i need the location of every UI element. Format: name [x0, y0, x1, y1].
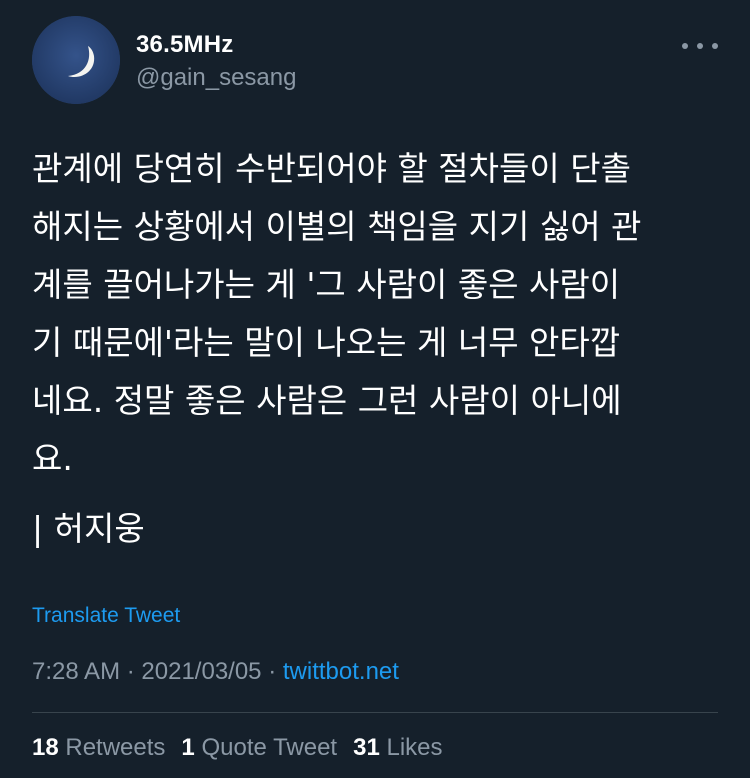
tweet-date[interactable]: 2021/03/05	[141, 658, 261, 685]
tweet-text: 관계에 당연히 수반되어야 할 절차들이 단촐 해지는 상황에서 이별의 책임을…	[32, 149, 642, 478]
quotes-count: 1	[181, 734, 195, 761]
quotes-label: Quote Tweet	[201, 734, 338, 761]
divider	[32, 712, 718, 713]
translate-tweet-link[interactable]: Translate Tweet	[32, 604, 180, 628]
dot	[697, 43, 703, 49]
tweet-source-link[interactable]: twittbot.net	[283, 658, 399, 685]
likes-count: 31	[353, 734, 380, 761]
avatar[interactable]	[32, 16, 120, 104]
more-options-icon[interactable]	[682, 38, 718, 54]
retweets-stat[interactable]: 18 Retweets	[32, 734, 165, 762]
likes-stat[interactable]: 31 Likes	[353, 734, 442, 762]
dot	[712, 43, 718, 49]
tweet-attribution: | 허지웅	[32, 509, 145, 548]
tweet-time[interactable]: 7:28 AM	[32, 658, 120, 685]
tweet-card: 36.5MHz @gain_sesang 관계에 당연히 수반되어야 할 절차들…	[0, 0, 750, 778]
crescent-moon-icon	[32, 16, 120, 104]
display-name[interactable]: 36.5MHz	[136, 31, 233, 59]
retweets-label: Retweets	[65, 734, 166, 761]
tweet-meta: 7:28 AM · 2021/03/05 · twittbot.net	[32, 658, 399, 686]
user-handle[interactable]: @gain_sesang	[136, 64, 296, 92]
tweet-stats: 18 Retweets 1 Quote Tweet 31 Likes	[32, 734, 443, 762]
meta-separator: ·	[126, 658, 135, 685]
retweets-count: 18	[32, 734, 59, 761]
quotes-stat[interactable]: 1 Quote Tweet	[181, 734, 337, 762]
likes-label: Likes	[386, 734, 443, 761]
dot	[682, 43, 688, 49]
meta-separator: ·	[268, 658, 277, 685]
